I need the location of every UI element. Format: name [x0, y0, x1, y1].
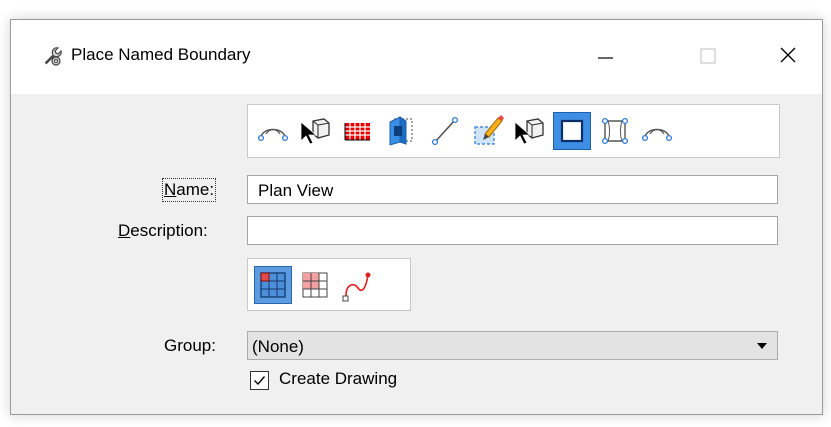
tool-pick-element[interactable]	[510, 112, 548, 150]
tool-shape-boundary[interactable]	[596, 112, 634, 150]
group-select-value: (None)	[252, 337, 304, 356]
mode-toolbar	[247, 258, 411, 311]
tool-line[interactable]	[426, 112, 464, 150]
maximize-button[interactable]	[691, 40, 725, 72]
create-drawing-checkbox[interactable]	[250, 371, 269, 390]
tool-grid[interactable]	[339, 112, 377, 150]
mode-grid-red[interactable]	[296, 266, 334, 304]
tool-rectangle-boundary[interactable]	[553, 112, 591, 150]
mode-grid-blue[interactable]	[254, 266, 292, 304]
volume-icon	[389, 116, 413, 146]
minimize-icon	[598, 57, 613, 59]
tool-from-element-pick[interactable]	[296, 112, 334, 150]
description-label: Description:	[118, 221, 208, 240]
tool-from-element[interactable]	[254, 112, 292, 150]
name-label: Name:	[161, 178, 217, 202]
mode-curve[interactable]	[338, 266, 376, 304]
tool-from-element-alt[interactable]	[638, 112, 676, 150]
close-icon	[780, 47, 796, 63]
create-drawing-label[interactable]: Create Drawing	[279, 369, 397, 389]
close-button[interactable]	[771, 40, 805, 72]
rectangle-boundary-icon	[560, 119, 584, 143]
from-element-alt-icon	[641, 128, 673, 142]
title-bar: Place Named Boundary	[11, 20, 822, 94]
line-icon	[431, 116, 459, 146]
grid-mode-blue-icon	[260, 272, 286, 298]
place-named-boundary-dialog: Place Named Boundary Name: Plan View Des…	[10, 19, 823, 415]
description-input[interactable]	[247, 216, 778, 245]
method-toolbar	[247, 104, 780, 158]
curve-mode-icon	[342, 272, 371, 302]
pick-element-icon	[514, 118, 544, 145]
grid-icon	[344, 123, 370, 141]
name-input[interactable]: Plan View	[247, 175, 778, 204]
group-select[interactable]: (None)	[247, 331, 778, 360]
draw-boundary-icon	[474, 115, 504, 145]
chevron-down-icon[interactable]	[757, 343, 767, 349]
maximize-icon	[700, 48, 716, 64]
tool-volume[interactable]	[382, 112, 420, 150]
group-label: Group:	[164, 336, 216, 355]
from-element-icon	[257, 128, 289, 142]
wrench-gear-icon	[41, 45, 63, 67]
shape-boundary-icon	[601, 117, 629, 145]
window-title: Place Named Boundary	[71, 45, 251, 64]
minimize-button[interactable]	[589, 40, 623, 72]
checkmark-icon	[254, 376, 266, 386]
grid-mode-red-icon	[302, 272, 328, 298]
tool-draw-boundary[interactable]	[468, 112, 506, 150]
from-element-pick-icon	[300, 118, 330, 145]
